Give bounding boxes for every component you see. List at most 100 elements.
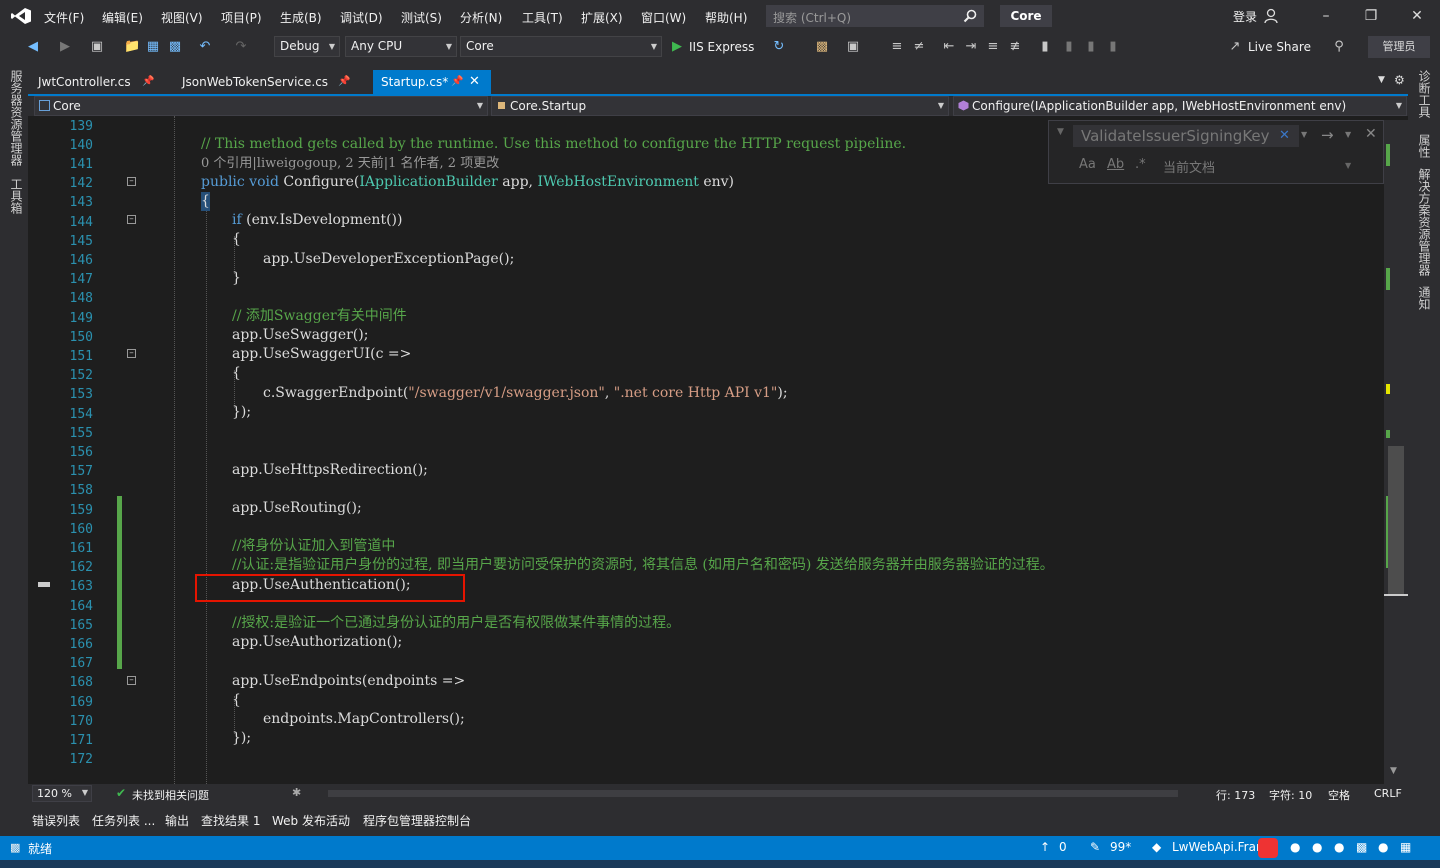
chevron-down-icon[interactable]: ▼	[1345, 130, 1351, 139]
feedback-icon[interactable]: ⚲	[1332, 40, 1346, 54]
brush-icon[interactable]: ✱	[292, 786, 301, 799]
search-scope-select[interactable]: 当前文档	[1163, 157, 1215, 176]
collapse-icon[interactable]: –	[127, 177, 136, 186]
scrollbar-thumb[interactable]	[1388, 446, 1404, 596]
prev-bookmark-icon[interactable]: ▮	[1062, 40, 1076, 54]
tab-jsonwebtokenservice[interactable]: JsonWebTokenService.cs 📌	[174, 70, 374, 94]
properties-tab[interactable]: 属性	[1416, 134, 1433, 158]
comment-lines-icon[interactable]: ≡	[986, 40, 1000, 54]
horizontal-scrollbar[interactable]	[328, 790, 1178, 797]
ime-menu-icon[interactable]: ▦	[1400, 840, 1411, 854]
ime-skin-icon[interactable]: ●	[1378, 840, 1388, 854]
restore-icon[interactable]: ❐	[1361, 6, 1381, 26]
expand-replace-icon[interactable]: ▼	[1057, 127, 1064, 137]
close-tab-icon[interactable]: ✕	[469, 70, 480, 94]
account-icon[interactable]	[1264, 8, 1280, 24]
tab-output[interactable]: 输出	[165, 812, 189, 829]
solution-explorer-tab[interactable]: 解决方案资源管理器	[1416, 168, 1433, 276]
settings-gear-icon[interactable]: ⚙	[1394, 73, 1405, 87]
new-project-icon[interactable]: ▣	[90, 40, 104, 54]
clear-search-icon[interactable]: ✕	[1279, 128, 1290, 143]
chevron-down-icon[interactable]: ▼	[1345, 161, 1351, 170]
repo-icon[interactable]: ◆	[1152, 840, 1161, 854]
code-editor[interactable]: 139 140 141 142 143 144 145 146 147 148 149 150 151 1…	[28, 116, 1408, 784]
search-input[interactable]: 搜索 (Ctrl+Q)	[766, 5, 984, 27]
tab-task-list[interactable]: 任务列表 ...	[92, 812, 155, 829]
line-ending-indicator[interactable]: CRLF	[1374, 787, 1402, 800]
undo-icon[interactable]: ↶	[198, 40, 212, 54]
class-dropdown[interactable]: Core.Startup ▼	[491, 96, 949, 116]
tab-jwtcontroller[interactable]: JwtController.cs 📌	[30, 70, 170, 94]
live-share-button[interactable]: Live Share	[1248, 40, 1311, 54]
whitespace-indicator[interactable]: 空格	[1328, 787, 1350, 803]
sign-in-link[interactable]: 登录	[1233, 8, 1257, 25]
find-input[interactable]: ValidateIssuerSigningKey	[1073, 125, 1299, 147]
notifications-tab[interactable]: 通知	[1416, 286, 1433, 310]
find-next-icon[interactable]: →	[1321, 126, 1334, 144]
ime-voice-icon[interactable]: ●	[1334, 840, 1344, 854]
save-icon[interactable]: ▦	[146, 40, 160, 54]
collapse-icon[interactable]: –	[127, 215, 136, 224]
diagnostic-tools-tab[interactable]: 诊断工具	[1416, 70, 1433, 118]
play-icon[interactable]: ▶	[670, 40, 684, 54]
pin-icon[interactable]: 📌	[338, 70, 350, 94]
pin-icon[interactable]: 📌	[142, 70, 154, 94]
clear-bookmarks-icon[interactable]: ▮	[1106, 40, 1120, 54]
toggle-icon[interactable]: ▣	[846, 40, 860, 54]
navigate-forward-icon[interactable]: ▶	[58, 40, 72, 54]
close-find-icon[interactable]: ✕	[1365, 126, 1377, 142]
ime-keyboard-icon[interactable]: ▩	[1356, 840, 1367, 854]
menu-test[interactable]: 测试(S)	[401, 9, 442, 26]
minimize-icon[interactable]: –	[1316, 6, 1336, 26]
configuration-select[interactable]: Debug ▼	[274, 36, 340, 57]
pending-changes-count[interactable]: 99*	[1110, 840, 1131, 854]
match-case-option[interactable]: Aa	[1079, 157, 1096, 172]
open-folder-icon[interactable]: 📁	[124, 40, 140, 54]
collapse-icon[interactable]: –	[127, 349, 136, 358]
tab-package-manager-console[interactable]: 程序包管理器控制台	[363, 812, 471, 829]
menu-debug[interactable]: 调试(D)	[340, 9, 383, 26]
uncomment-lines-icon[interactable]: ≢	[1008, 40, 1022, 54]
match-word-option[interactable]: Ab	[1107, 157, 1124, 172]
menu-help[interactable]: 帮助(H)	[705, 9, 747, 26]
comment-icon[interactable]: ≠	[912, 40, 926, 54]
visual-studio-logo-icon[interactable]	[10, 7, 32, 25]
unpushed-count[interactable]: 0	[1059, 840, 1067, 854]
redo-icon[interactable]: ↷	[234, 40, 248, 54]
bookmark-icon[interactable]: ▮	[1038, 40, 1052, 54]
ime-punct-icon[interactable]: ●	[1312, 840, 1322, 854]
run-target-button[interactable]: IIS Express	[689, 40, 754, 54]
ime-toolbar-icon[interactable]: ●	[1290, 840, 1300, 854]
toolbox-tab[interactable]: 工具箱	[8, 178, 25, 214]
zoom-select[interactable]: 120 % ▼	[32, 785, 92, 802]
pin-icon[interactable]: 📌	[451, 70, 463, 94]
save-all-icon[interactable]: ▩	[168, 40, 182, 54]
browser-link-icon[interactable]: ▩	[815, 40, 829, 54]
live-share-icon[interactable]: ↗	[1228, 40, 1242, 54]
next-bookmark-icon[interactable]: ▮	[1084, 40, 1098, 54]
close-window-icon[interactable]: ✕	[1407, 6, 1427, 26]
menu-project[interactable]: 项目(P)	[221, 9, 262, 26]
scroll-down-icon[interactable]: ▼	[1390, 766, 1397, 776]
arrow-up-icon[interactable]: ↑	[1040, 840, 1050, 854]
menu-view[interactable]: 视图(V)	[161, 9, 203, 26]
collapse-icon[interactable]: –	[127, 676, 136, 685]
menu-build[interactable]: 生成(B)	[280, 9, 322, 26]
ime-logo-icon[interactable]	[1258, 838, 1278, 858]
outline-icon[interactable]: ≡	[890, 40, 904, 54]
indent-icon[interactable]: ⇤	[942, 40, 956, 54]
tab-web-publish[interactable]: Web 发布活动	[272, 812, 350, 829]
navigate-back-icon[interactable]: ◀	[26, 40, 40, 54]
refresh-icon[interactable]: ↻	[772, 40, 786, 54]
startup-project-select[interactable]: Core ▼	[460, 36, 662, 57]
codelens-info[interactable]: 0 个引用|liweigogoup, 2 天前|1 名作者, 2 项更改	[201, 154, 499, 173]
project-dropdown[interactable]: Core ▼	[34, 96, 488, 116]
regex-icon[interactable]: .*	[1135, 157, 1146, 172]
menu-tools[interactable]: 工具(T)	[522, 9, 563, 26]
menu-edit[interactable]: 编辑(E)	[102, 9, 143, 26]
vertical-scrollbar[interactable]: ▼	[1384, 120, 1408, 784]
issues-status[interactable]: 未找到相关问题	[132, 787, 209, 803]
platform-select[interactable]: Any CPU ▼	[345, 36, 457, 57]
outdent-icon[interactable]: ⇥	[964, 40, 978, 54]
menu-window[interactable]: 窗口(W)	[641, 9, 686, 26]
